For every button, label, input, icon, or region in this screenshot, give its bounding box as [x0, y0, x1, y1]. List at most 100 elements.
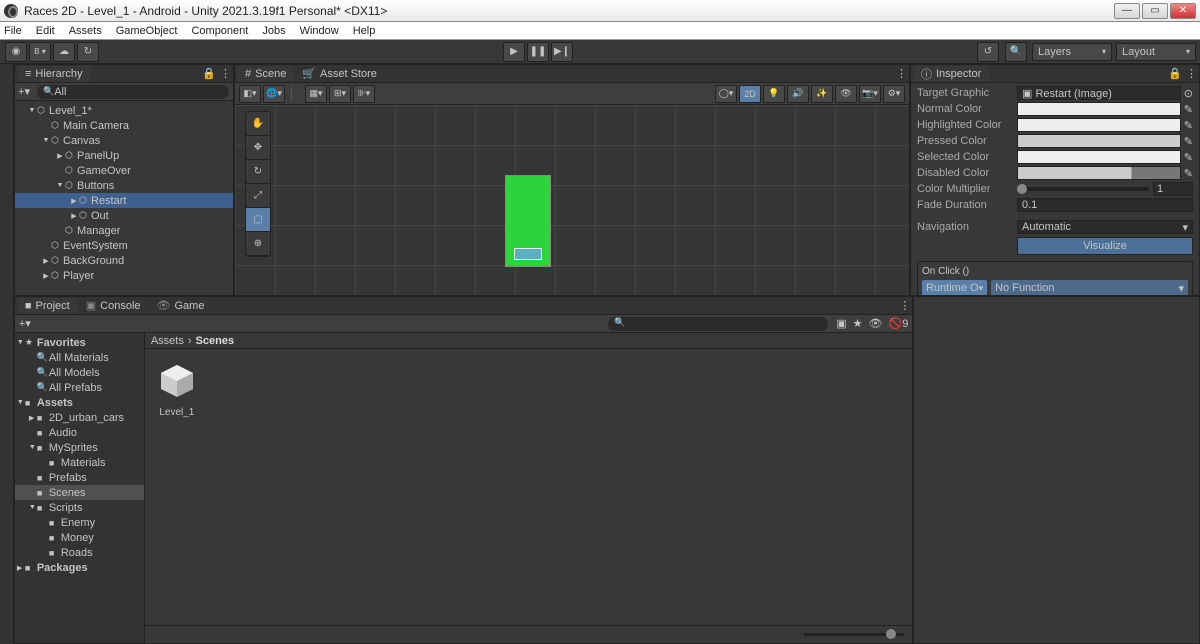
- rotate-tool-icon[interactable]: ↻: [246, 160, 270, 184]
- project-tree-item[interactable]: ■Roads: [15, 545, 144, 560]
- project-tree-item[interactable]: ▼■Assets: [15, 395, 144, 410]
- move-tool-icon[interactable]: ✥: [246, 136, 270, 160]
- hierarchy-item[interactable]: ▶⬡Restart: [15, 193, 233, 208]
- hierarchy-item[interactable]: ⬡GameOver: [15, 163, 233, 178]
- eyedropper-icon[interactable]: ✎: [1184, 167, 1193, 180]
- fade-duration-field[interactable]: 0.1: [1017, 198, 1193, 212]
- undo-history-icon[interactable]: ↺: [977, 42, 999, 62]
- eyedropper-icon[interactable]: ✎: [1184, 103, 1193, 116]
- lock-icon[interactable]: 🔒: [202, 67, 216, 80]
- console-tab[interactable]: ▣ Console: [78, 298, 149, 314]
- project-tree-item[interactable]: ■Audio: [15, 425, 144, 440]
- project-tree-item[interactable]: ▶■Packages: [15, 560, 144, 575]
- cloud-icon[interactable]: ☁: [53, 42, 75, 62]
- hierarchy-tab[interactable]: ≡ Hierarchy: [17, 66, 91, 82]
- inspector-tab[interactable]: ⓘ Inspector: [913, 66, 989, 82]
- menu-help[interactable]: Help: [353, 25, 376, 37]
- hierarchy-item[interactable]: ⬡Manager: [15, 223, 233, 238]
- audio-icon[interactable]: 🔊: [787, 85, 809, 103]
- zoom-slider[interactable]: [804, 633, 904, 636]
- project-tab[interactable]: ■ Project: [17, 298, 78, 314]
- menu-edit[interactable]: Edit: [36, 25, 55, 37]
- close-button[interactable]: ✕: [1170, 3, 1196, 19]
- scale-tool-icon[interactable]: ⤢: [246, 184, 270, 208]
- navigation-dropdown[interactable]: Automatic▾: [1017, 220, 1193, 234]
- menu-icon[interactable]: ⋮: [899, 299, 910, 312]
- hierarchy-item[interactable]: ▼⬡Buttons: [15, 178, 233, 193]
- snap-button[interactable]: ⊞▾: [329, 85, 351, 103]
- game-tab[interactable]: 👁 Game: [149, 298, 213, 314]
- transform-tool-icon[interactable]: ⊕: [246, 232, 270, 256]
- project-search[interactable]: 🔍: [608, 317, 828, 331]
- canvas-preview[interactable]: [505, 175, 551, 267]
- function-dropdown[interactable]: No Function▾: [991, 280, 1188, 295]
- menu-icon[interactable]: ⋮: [1186, 67, 1197, 80]
- scene-view[interactable]: ✋ ✥ ↻ ⤢ ▢ ⊕: [235, 105, 909, 295]
- color-multiplier-value[interactable]: 1: [1153, 182, 1193, 196]
- selected-color-swatch[interactable]: [1017, 150, 1181, 164]
- menu-assets[interactable]: Assets: [69, 25, 102, 37]
- hierarchy-item[interactable]: ▼⬡Canvas: [15, 133, 233, 148]
- fx-icon[interactable]: ✨: [811, 85, 833, 103]
- hierarchy-item[interactable]: ▶⬡Out: [15, 208, 233, 223]
- filter-icon[interactable]: ▣: [836, 317, 846, 330]
- project-tree-item[interactable]: ■Scenes: [15, 485, 144, 500]
- search-icon[interactable]: 🔍: [1005, 42, 1027, 62]
- menu-file[interactable]: File: [4, 25, 22, 37]
- hidden-icon[interactable]: 👁: [869, 317, 883, 330]
- path-scenes[interactable]: Scenes: [196, 335, 235, 347]
- project-tree-item[interactable]: ▼■Scripts: [15, 500, 144, 515]
- draw-mode-button[interactable]: ◯▾: [715, 85, 737, 103]
- step-button[interactable]: ▶❙: [551, 42, 573, 62]
- hierarchy-item[interactable]: ▼⬡Level_1*: [15, 103, 233, 118]
- project-tree-item[interactable]: ■Prefabs: [15, 470, 144, 485]
- lighting-icon[interactable]: 💡: [763, 85, 785, 103]
- layers-dropdown[interactable]: Layers: [1032, 43, 1112, 61]
- project-tree-item[interactable]: ■Money: [15, 530, 144, 545]
- camera-icon[interactable]: 📷▾: [859, 85, 881, 103]
- visualize-button[interactable]: Visualize: [1017, 237, 1193, 255]
- account-icon[interactable]: ◉: [5, 42, 27, 62]
- maximize-button[interactable]: ▭: [1142, 3, 1168, 19]
- menu-icon[interactable]: ⋮: [220, 67, 231, 80]
- project-tree-item[interactable]: 🔍All Materials: [15, 350, 144, 365]
- picker-icon[interactable]: ⊙: [1184, 87, 1193, 100]
- menu-jobs[interactable]: Jobs: [262, 25, 285, 37]
- menu-gameobject[interactable]: GameObject: [116, 25, 178, 37]
- project-grid[interactable]: Level_1: [145, 349, 912, 625]
- cloud-sync-button[interactable]: B ▾: [29, 42, 51, 62]
- menu-component[interactable]: Component: [191, 25, 248, 37]
- favorite-icon[interactable]: ★: [853, 317, 863, 330]
- eyedropper-icon[interactable]: ✎: [1184, 135, 1193, 148]
- project-tree-item[interactable]: 🔍All Models: [15, 365, 144, 380]
- increment-button[interactable]: ⊪▾: [353, 85, 375, 103]
- path-assets[interactable]: Assets: [151, 335, 184, 347]
- project-tree-item[interactable]: ▼■MySprites: [15, 440, 144, 455]
- normal-color-swatch[interactable]: [1017, 102, 1181, 116]
- pause-button[interactable]: ❚❚: [527, 42, 549, 62]
- hierarchy-item[interactable]: ⬡Main Camera: [15, 118, 233, 133]
- disabled-color-swatch[interactable]: [1017, 166, 1181, 180]
- grid-button[interactable]: ▦▾: [305, 85, 327, 103]
- create-asset-button[interactable]: +▾: [19, 317, 37, 330]
- menu-icon[interactable]: ⋮: [896, 67, 907, 80]
- minimize-button[interactable]: —: [1114, 3, 1140, 19]
- asset-store-tab[interactable]: 🛒 Asset Store: [294, 66, 385, 82]
- runtime-dropdown[interactable]: Runtime O ▾: [922, 280, 987, 295]
- layout-dropdown[interactable]: Layout: [1116, 43, 1196, 61]
- menu-window[interactable]: Window: [300, 25, 339, 37]
- hierarchy-item[interactable]: ▶⬡Player: [15, 268, 233, 283]
- project-tree-item[interactable]: ■Materials: [15, 455, 144, 470]
- project-tree-item[interactable]: 🔍All Prefabs: [15, 380, 144, 395]
- 2d-toggle[interactable]: 2D: [739, 85, 761, 103]
- pressed-color-swatch[interactable]: [1017, 134, 1181, 148]
- color-multiplier-slider[interactable]: [1017, 187, 1149, 191]
- hidden-icon[interactable]: 👁: [835, 85, 857, 103]
- rect-tool-icon[interactable]: ▢: [246, 208, 270, 232]
- hierarchy-item[interactable]: ▶⬡BackGround: [15, 253, 233, 268]
- project-tree-item[interactable]: ▼★Favorites: [15, 335, 144, 350]
- scene-asset-item[interactable]: Level_1: [153, 357, 201, 418]
- create-dropdown[interactable]: +▾: [15, 85, 33, 98]
- lock-icon[interactable]: 🔒: [1168, 67, 1182, 80]
- hand-tool-icon[interactable]: ✋: [246, 112, 270, 136]
